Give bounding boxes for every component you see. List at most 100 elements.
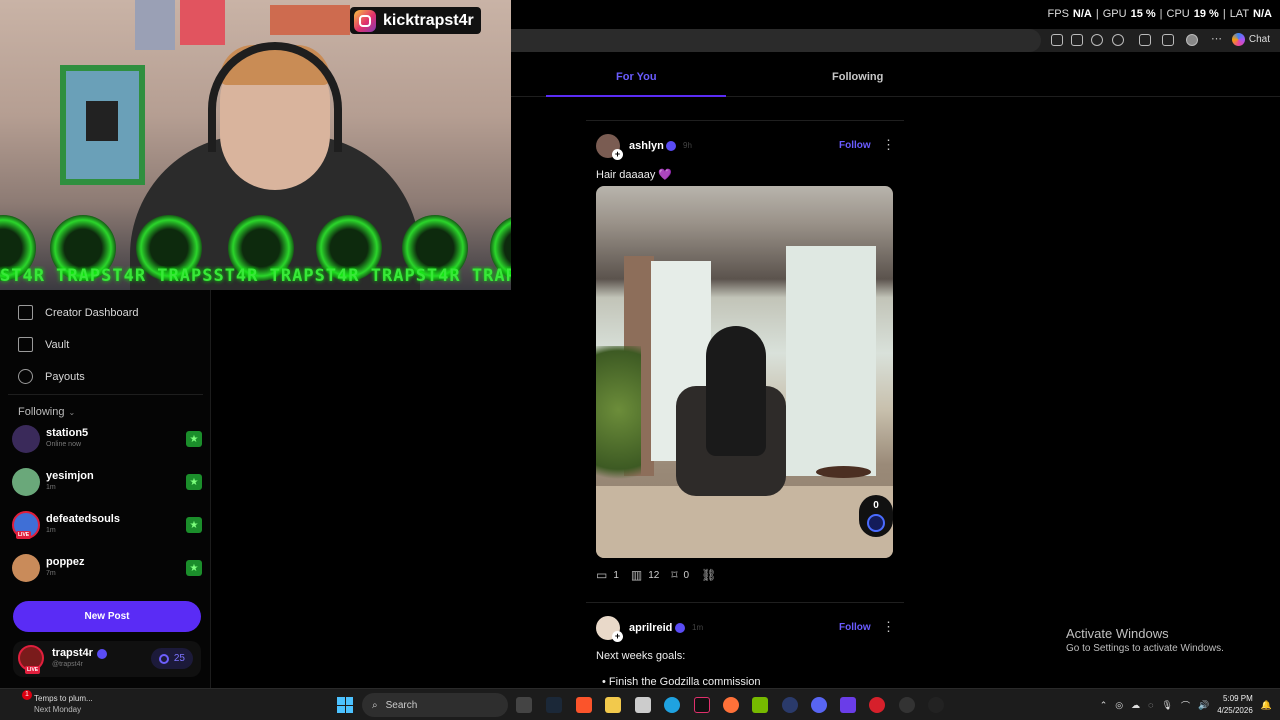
bullet-text: Finish the Godzilla commission	[608, 676, 761, 688]
post-ashlyn: + ashlyn 9h Follow ⋮ Hair daaaay 💜 0 ▭ 1…	[596, 134, 895, 584]
volume-icon[interactable]: 🔊	[1198, 700, 1209, 711]
post-time: 9h	[683, 141, 692, 150]
more-options-icon[interactable]: ⋮	[882, 137, 895, 153]
plus-icon[interactable]: +	[612, 631, 623, 642]
star-icon[interactable]: ★	[186, 560, 202, 576]
copilot-chat-button[interactable]: Chat	[1231, 33, 1270, 46]
nav-label: Payouts	[45, 370, 85, 383]
brave-icon[interactable]	[576, 697, 592, 713]
comment-count: 1	[613, 569, 619, 581]
stat-separator: |	[1095, 8, 1099, 20]
comment-button[interactable]: ▭ 1	[596, 568, 619, 582]
following-item-poppez[interactable]: poppez 7m ★	[12, 554, 202, 584]
post-author[interactable]: ashlyn	[629, 140, 664, 152]
bookmark-button[interactable]: ⌑ 0	[671, 568, 689, 582]
steam-tray-icon[interactable]: ◎	[1115, 700, 1123, 711]
new-post-button[interactable]: New Post	[13, 601, 201, 632]
instagram-handle: kicktrapst4r	[383, 11, 474, 29]
nav-payouts[interactable]: Payouts	[18, 369, 85, 384]
refresh-icon[interactable]	[1112, 34, 1124, 46]
following-toggle[interactable]: Following ⌄	[18, 406, 75, 418]
microphone-icon[interactable]: 🎙	[1162, 700, 1173, 711]
taskbar: 1 Temps to plum... Next Monday ⌕ Search …	[0, 688, 1280, 720]
watermark-subtitle: Go to Settings to activate Windows.	[1066, 643, 1224, 654]
following-item-station5[interactable]: station5 Online now ★	[12, 425, 202, 455]
tiktok-icon[interactable]	[694, 697, 710, 713]
profile-icon[interactable]	[1186, 34, 1198, 46]
post-image[interactable]	[596, 186, 893, 558]
weather-subtext: Next Monday	[34, 705, 82, 714]
more-icon[interactable]: ⋯	[1211, 32, 1223, 45]
notification-bell-icon[interactable]: 🔔	[1261, 700, 1272, 711]
cpu-value: 19 %	[1193, 8, 1219, 20]
weather-widget[interactable]: 1 Temps to plum... Next Monday	[14, 690, 93, 715]
stat-separator: |	[1159, 8, 1163, 20]
task-view-icon[interactable]	[516, 697, 532, 713]
cpu-label: CPU	[1166, 8, 1190, 20]
dashboard-icon	[18, 305, 33, 320]
notification-badge: 1	[22, 690, 32, 700]
firefox-icon[interactable]	[723, 697, 739, 713]
address-bar[interactable]	[511, 29, 1041, 52]
avatar	[12, 425, 40, 453]
plus-icon[interactable]: +	[612, 149, 623, 160]
watermark-title: Activate Windows	[1066, 626, 1169, 641]
views-button[interactable]: ▥ 12	[631, 568, 659, 582]
obs-icon[interactable]	[782, 697, 798, 713]
clock[interactable]: 5:09 PM 4/25/2026	[1217, 693, 1253, 717]
app-icon[interactable]	[1051, 34, 1063, 46]
following-item-yesimjon[interactable]: yesimjon 1m ★	[12, 468, 202, 498]
star-icon[interactable]: ★	[186, 474, 202, 490]
instagram-icon	[354, 9, 376, 32]
following-name: yesimjon	[46, 470, 94, 482]
shelf	[270, 5, 350, 35]
favorites-icon[interactable]	[1162, 34, 1174, 46]
vote-icon	[867, 514, 885, 533]
current-user-card[interactable]: LIVE trapst4r @trapst4r 25	[13, 641, 201, 677]
app-icon[interactable]	[928, 697, 944, 713]
tab-following[interactable]: Following	[832, 71, 883, 83]
app-icon[interactable]	[869, 697, 885, 713]
read-aloud-icon[interactable]	[1071, 34, 1083, 46]
tab-for-you[interactable]: For You	[616, 71, 657, 83]
search-label: Search	[385, 699, 418, 711]
star-icon[interactable]: ★	[186, 431, 202, 447]
favorite-icon[interactable]	[1091, 34, 1103, 46]
network-icon[interactable]: ◌	[1148, 700, 1153, 710]
following-status: 1m	[46, 527, 56, 534]
more-options-icon[interactable]: ⋮	[882, 619, 894, 635]
start-button[interactable]	[337, 697, 353, 713]
discord-icon[interactable]	[811, 697, 827, 713]
post-text: Next weeks goals:	[596, 650, 686, 662]
star-icon[interactable]: ★	[186, 517, 202, 533]
vote-widget[interactable]: 0	[859, 495, 893, 537]
nvidia-icon[interactable]	[752, 697, 768, 713]
cloud-icon[interactable]: ☁	[1131, 700, 1140, 711]
nav-vault[interactable]: Vault	[18, 337, 69, 352]
post-text: Hair daaaay 💜	[596, 169, 673, 181]
file-explorer-icon[interactable]	[605, 697, 621, 713]
app-grid-icon[interactable]	[840, 697, 856, 713]
steam-icon[interactable]	[546, 697, 562, 713]
taskbar-search[interactable]: ⌕ Search	[362, 693, 508, 717]
coin-balance[interactable]: 25	[150, 648, 193, 669]
following-item-defeatedsouls[interactable]: LIVE defeatedsouls 1m ★	[12, 511, 202, 541]
view-count: 12	[648, 569, 660, 581]
performance-stats: FPS N/A | GPU 15 % | CPU 19 % | LAT N/A	[1048, 8, 1272, 20]
system-tray: ⌃ ◎ ☁ ◌ 🎙 ⌒ 🔊 5:09 PM 4/25/2026 🔔	[1100, 693, 1272, 717]
extensions-icon[interactable]	[1139, 34, 1151, 46]
settings-icon[interactable]	[899, 697, 915, 713]
nav-label: Creator Dashboard	[45, 306, 139, 319]
post-author[interactable]: aprilreid	[629, 622, 672, 634]
nav-creator-dashboard[interactable]: Creator Dashboard	[18, 305, 139, 320]
following-name: station5	[46, 427, 89, 439]
follow-button[interactable]: Follow	[839, 622, 871, 633]
share-link-button[interactable]: ⛓	[701, 568, 716, 582]
current-user-handle: @trapst4r	[52, 661, 83, 668]
post-actions: ▭ 1 ▥ 12 ⌑ 0 ⛓	[596, 568, 722, 582]
wifi-icon[interactable]: ⌒	[1181, 699, 1190, 712]
chevron-up-icon[interactable]: ⌃	[1100, 700, 1108, 711]
follow-button[interactable]: Follow	[839, 140, 871, 151]
edge-icon[interactable]	[664, 697, 680, 713]
notepad-icon[interactable]	[635, 697, 651, 713]
